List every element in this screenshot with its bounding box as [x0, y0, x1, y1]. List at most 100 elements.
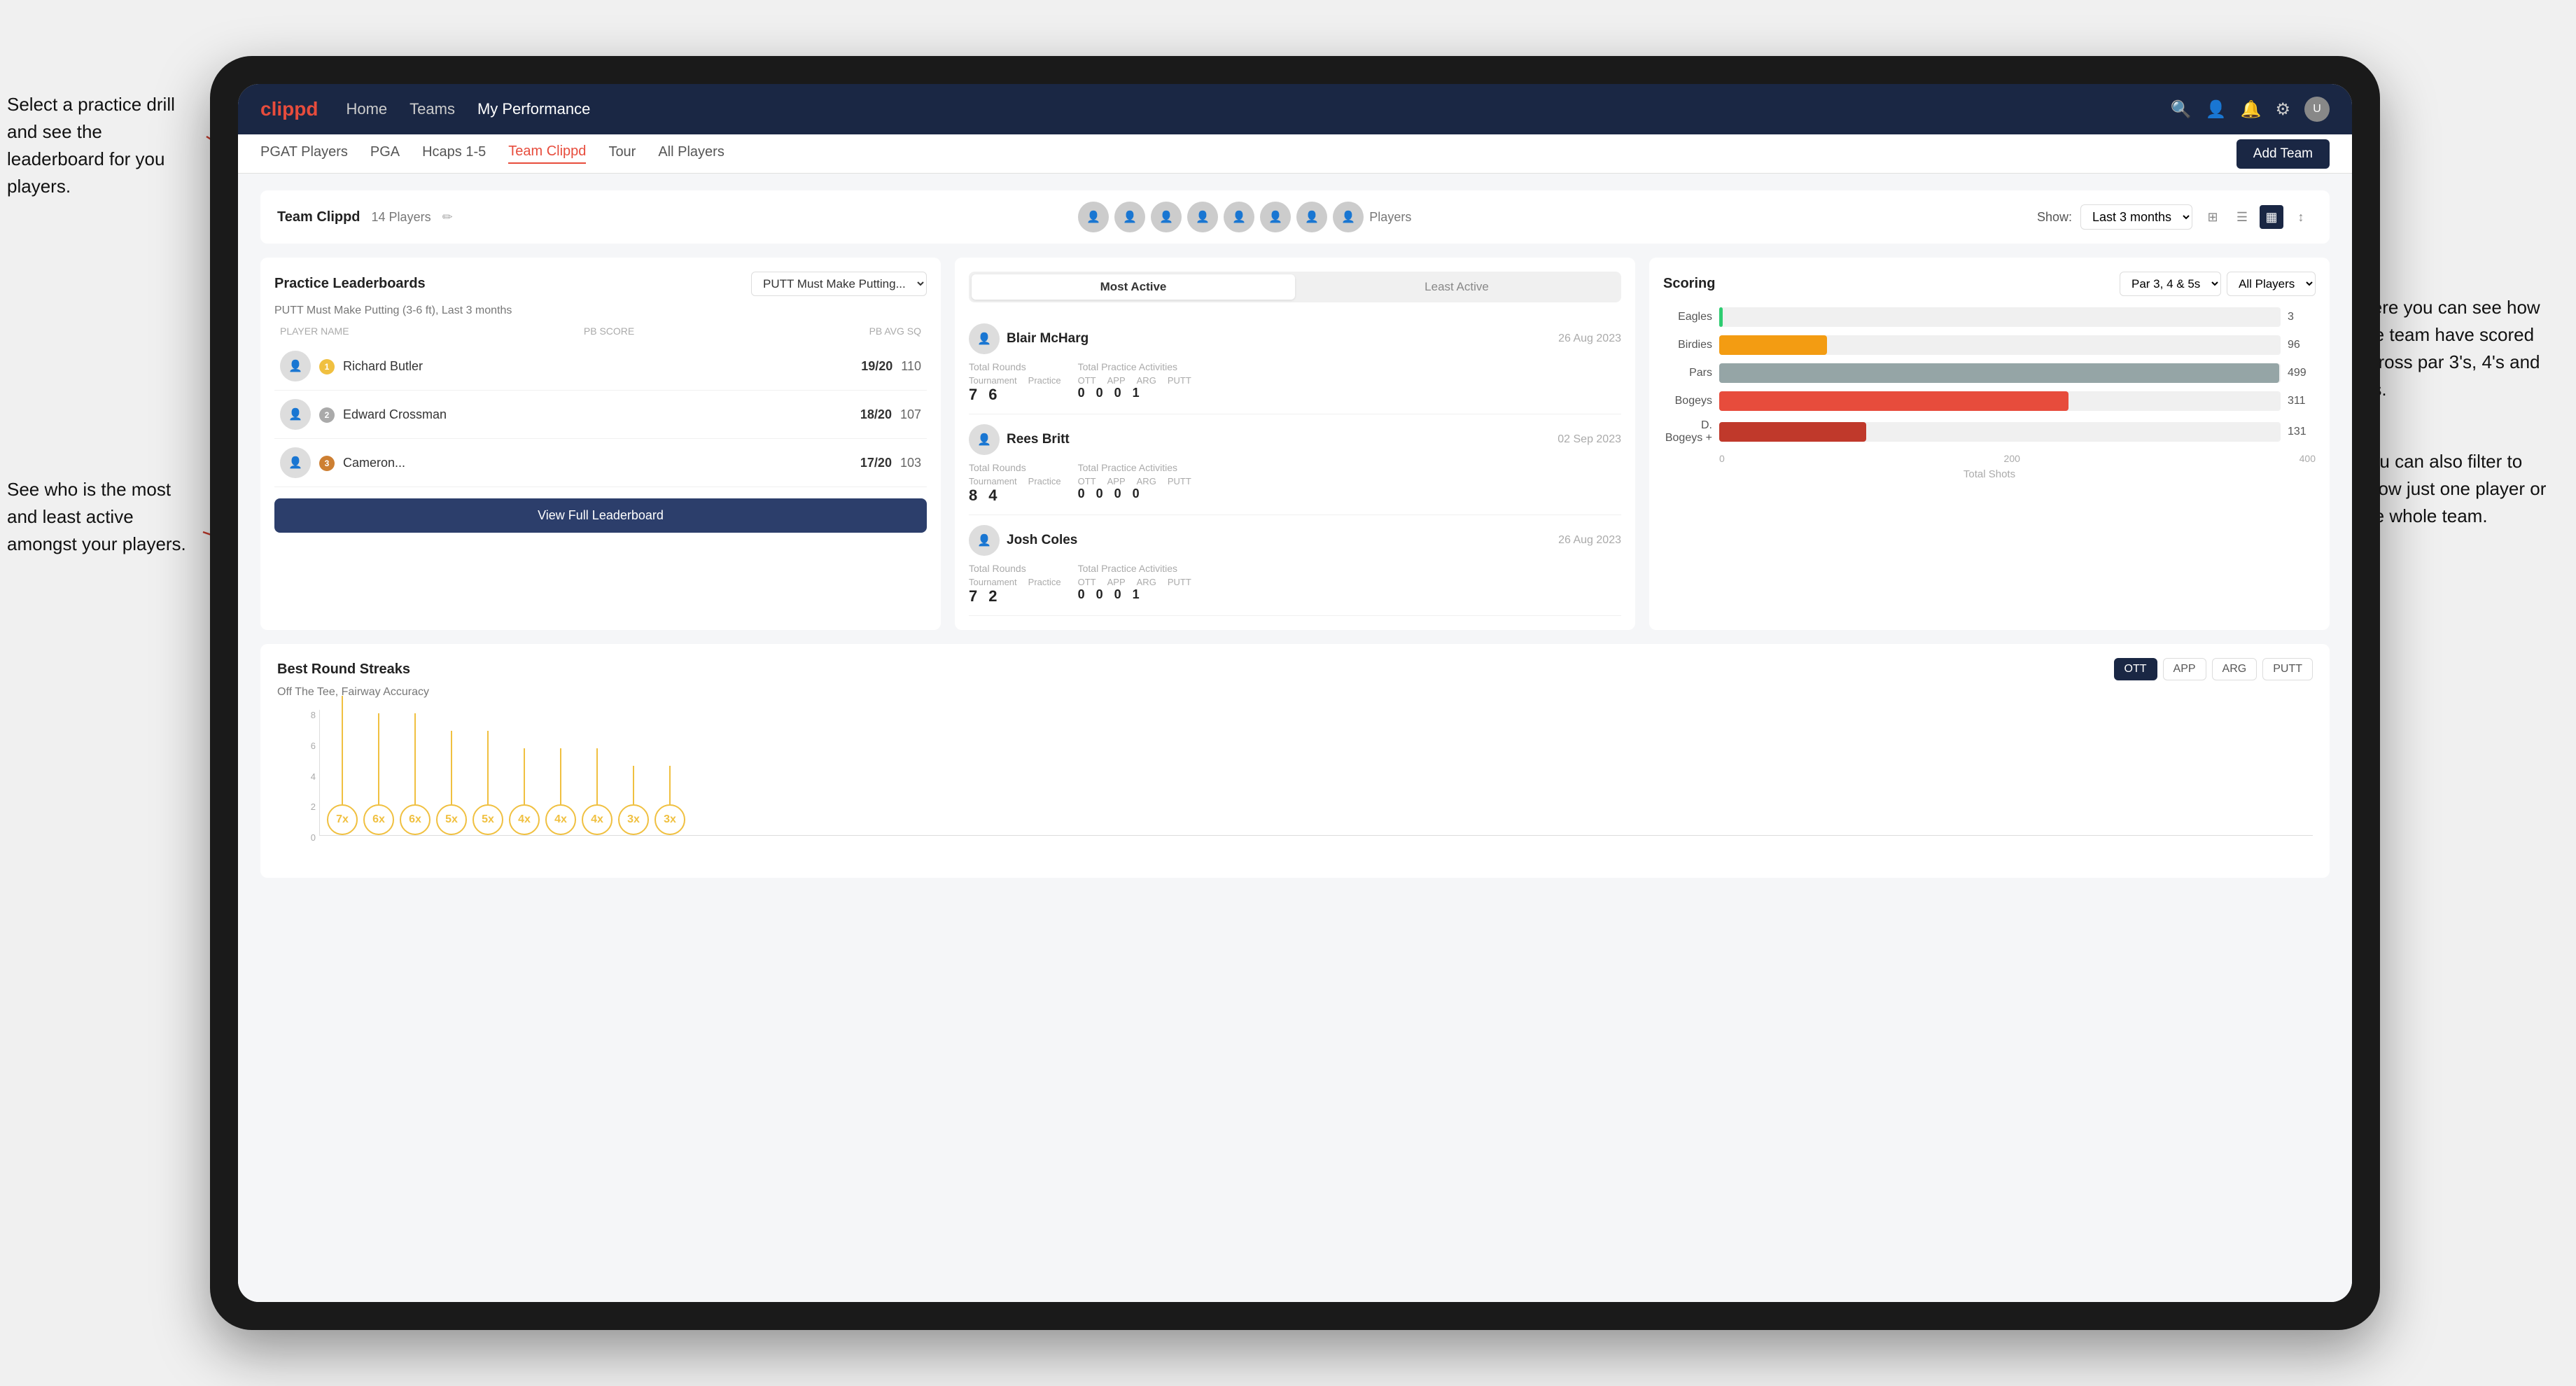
- user-avatar[interactable]: U: [2304, 97, 2330, 122]
- activity-stats-2: Total Rounds TournamentPractice 8 4: [969, 462, 1621, 505]
- grid-view-icon[interactable]: ⊞: [2201, 205, 2225, 229]
- drill-select[interactable]: PUTT Must Make Putting...: [751, 272, 927, 296]
- scoring-card: Scoring Par 3, 4 & 5s All Players: [1649, 258, 2330, 630]
- view-full-leaderboard-button[interactable]: View Full Leaderboard: [274, 498, 927, 533]
- streak-badge-6: 4x: [509, 804, 540, 835]
- annotation-bottom-left: See who is the most and least active amo…: [7, 476, 203, 558]
- scoring-title: Scoring: [1663, 276, 1715, 292]
- subnav-right: Add Team: [2236, 139, 2330, 169]
- streaks-title: Best Round Streaks: [277, 662, 410, 678]
- activity-stats-3: Total Rounds TournamentPractice 7 2: [969, 563, 1621, 606]
- streaks-header: Best Round Streaks OTT APP ARG PUTT: [277, 658, 2313, 680]
- streaks-subtitle: Off The Tee, Fairway Accuracy: [277, 686, 2313, 699]
- streaks-filter-ott[interactable]: OTT: [2114, 658, 2157, 680]
- streaks-filter-putt[interactable]: PUTT: [2262, 658, 2313, 680]
- annotation-top-left: Select a practice drill and see the lead…: [7, 91, 203, 200]
- streak-dot-4: 5x: [436, 731, 467, 835]
- streak-dot-9: 3x: [618, 766, 649, 835]
- nav-my-performance[interactable]: My Performance: [477, 100, 590, 118]
- add-team-button[interactable]: Add Team: [2236, 139, 2330, 169]
- bar-label-birdies: Birdies: [1663, 339, 1712, 351]
- rounds-sub-labels-2: TournamentPractice: [969, 476, 1061, 486]
- streaks-filter-app[interactable]: APP: [2163, 658, 2206, 680]
- streaks-filter-arg[interactable]: ARG: [2212, 658, 2258, 680]
- streak-badge-4: 5x: [436, 804, 467, 835]
- subnav-hcaps[interactable]: Hcaps 1-5: [422, 144, 486, 163]
- search-icon[interactable]: 🔍: [2171, 99, 2192, 120]
- rounds-values-2: 8 4: [969, 486, 1061, 505]
- player-avatar: 👤: [1260, 202, 1291, 232]
- bar-row-bogeys: Bogeys 311: [1663, 391, 2316, 411]
- nav-links: Home Teams My Performance: [346, 100, 2170, 118]
- bar-label-pars: Pars: [1663, 367, 1712, 379]
- streak-badge-3: 6x: [400, 804, 430, 835]
- streak-badge-10: 3x: [654, 804, 685, 835]
- col-avg: PB AVG SQ: [869, 326, 921, 337]
- player-avatar: 👤: [1333, 202, 1364, 232]
- list-view-icon[interactable]: ☰: [2230, 205, 2254, 229]
- leaderboard-header: Practice Leaderboards PUTT Must Make Put…: [274, 272, 927, 296]
- player-avatar: 👤: [1151, 202, 1182, 232]
- player-avatar: 👤: [1296, 202, 1327, 232]
- player-activity-header-3: 👤 Josh Coles 26 Aug 2023: [969, 525, 1621, 556]
- bar-track-pars: [1719, 363, 2281, 383]
- subnav-all-players[interactable]: All Players: [658, 144, 724, 163]
- chart-x-axis: 0 200 400: [1663, 453, 2316, 464]
- bar-track-birdies: [1719, 335, 2281, 355]
- streaks-filters: OTT APP ARG PUTT: [2114, 658, 2313, 680]
- device-screen: clippd Home Teams My Performance 🔍 👤 🔔 ⚙…: [238, 84, 2352, 1302]
- three-columns: Practice Leaderboards PUTT Must Make Put…: [260, 258, 2330, 630]
- sort-icon[interactable]: ↕: [2289, 205, 2313, 229]
- subnav-pga[interactable]: PGA: [370, 144, 400, 163]
- practice-values-2: 0 0 0 0: [1078, 486, 1191, 501]
- bar-fill-bogeys: [1719, 391, 2068, 411]
- streak-dot-1: 7x: [327, 696, 358, 835]
- practice-label-3: Total Practice Activities: [1078, 563, 1191, 574]
- lb-score-3: 17/20: [860, 456, 892, 470]
- tab-most-active[interactable]: Most Active: [972, 274, 1295, 300]
- subnav-pgat[interactable]: PGAT Players: [260, 144, 348, 163]
- total-rounds-label-2: Total Rounds: [969, 462, 1061, 473]
- streak-badge-2: 6x: [363, 804, 394, 835]
- streak-dot-6: 4x: [509, 748, 540, 835]
- player-avatar-2: 👤: [969, 424, 1000, 455]
- lb-avatar-3: 👤: [280, 447, 311, 478]
- subnav-team-clippd[interactable]: Team Clippd: [508, 144, 586, 164]
- person-icon[interactable]: 👤: [2206, 99, 2227, 120]
- medal-bronze: 3: [319, 456, 335, 471]
- annotation-bottom-right: You can also filter to show just one pla…: [2359, 448, 2569, 530]
- col-score: PB SCORE: [584, 326, 634, 337]
- scoring-filter-par[interactable]: Par 3, 4 & 5s: [2120, 272, 2221, 296]
- leaderboard-row: 👤 2 Edward Crossman 18/20 107: [274, 391, 927, 439]
- bar-fill-birdies: [1719, 335, 1827, 355]
- tab-least-active[interactable]: Least Active: [1295, 274, 1618, 300]
- practice-values-1: 0 0 0 1: [1078, 386, 1191, 400]
- total-rounds-group-2: Total Rounds TournamentPractice 8 4: [969, 462, 1061, 505]
- nav-icons: 🔍 👤 🔔 ⚙ U: [2171, 97, 2330, 122]
- subnav-tour[interactable]: Tour: [608, 144, 636, 163]
- edit-icon[interactable]: ✏: [442, 210, 453, 225]
- lb-player-name-1: Richard Butler: [343, 359, 853, 374]
- lb-player-name-3: Cameron...: [343, 456, 852, 470]
- col-player: PLAYER NAME: [280, 326, 349, 337]
- total-rounds-label-1: Total Rounds: [969, 361, 1061, 372]
- show-select[interactable]: Last 3 months: [2080, 204, 2192, 230]
- player-avatar-1: 👤: [969, 323, 1000, 354]
- streaks-card: Best Round Streaks OTT APP ARG PUTT Off …: [260, 644, 2330, 878]
- bell-icon[interactable]: 🔔: [2241, 99, 2262, 120]
- scoring-filter-players[interactable]: All Players: [2227, 272, 2316, 296]
- bar-value-eagles: 3: [2288, 311, 2316, 323]
- lb-avg-2: 107: [900, 407, 921, 422]
- practice-activities-group-3: Total Practice Activities OTTAPPARGPUTT …: [1078, 563, 1191, 606]
- bar-label-eagles: Eagles: [1663, 311, 1712, 323]
- lb-avg-1: 110: [901, 359, 921, 374]
- nav-teams[interactable]: Teams: [410, 100, 455, 118]
- bar-track-eagles: [1719, 307, 2281, 327]
- nav-home[interactable]: Home: [346, 100, 387, 118]
- main-content: Team Clippd 14 Players ✏ 👤 👤 👤 👤 👤 👤 👤 👤…: [238, 174, 2352, 1302]
- lb-score-2: 18/20: [860, 407, 892, 422]
- player-activity-header-1: 👤 Blair McHarg 26 Aug 2023: [969, 323, 1621, 354]
- player-date-1: 26 Aug 2023: [1558, 332, 1621, 345]
- settings-icon[interactable]: ⚙: [2275, 99, 2290, 120]
- card-view-icon[interactable]: ▦: [2260, 205, 2283, 229]
